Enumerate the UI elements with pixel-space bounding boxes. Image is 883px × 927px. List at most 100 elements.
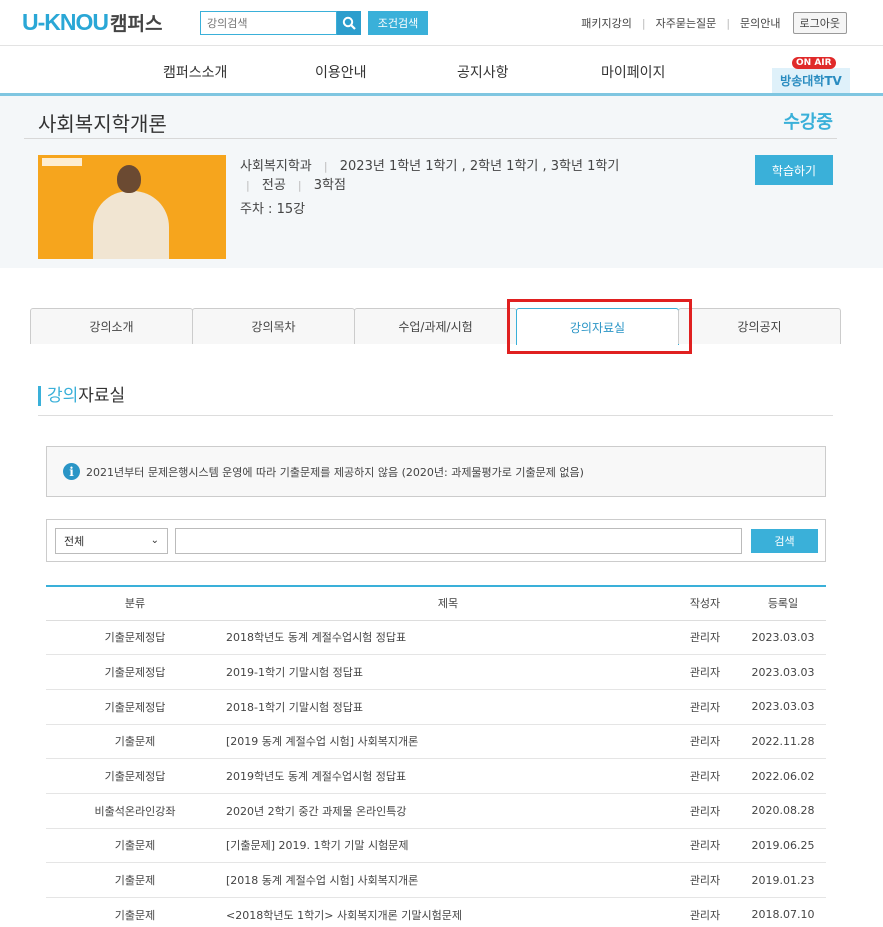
- row-category: 기출문제: [46, 897, 224, 927]
- divider: |: [297, 179, 302, 192]
- section-title: 강의자료실: [38, 386, 125, 406]
- tab-course-contents[interactable]: 강의목차: [192, 308, 355, 344]
- start-learning-button[interactable]: 학습하기: [755, 155, 833, 185]
- row-date: 2018.07.10: [740, 897, 826, 927]
- link-faq[interactable]: 자주묻는질문: [656, 15, 717, 31]
- chevron-down-icon: ⌄: [150, 535, 159, 546]
- divider: [24, 138, 837, 139]
- tab-course-notice[interactable]: 강의공지: [678, 308, 841, 344]
- table-row[interactable]: 기출문제정답 2019학년도 동계 계절수업시험 정답표 관리자 2022.06.02: [46, 758, 826, 794]
- table-row[interactable]: 기출문제 [2018 동계 계절수업 시험] 사회복지개론 관리자 2019.01.2…: [46, 862, 826, 898]
- row-category: 기출문제: [46, 828, 224, 864]
- course-credits: 3학점: [313, 178, 346, 193]
- tab-class-assignment-exam[interactable]: 수업/과제/시험: [354, 308, 517, 344]
- search-icon: [342, 16, 356, 30]
- course-title: 사회복지학개론: [38, 112, 167, 136]
- category-select[interactable]: 전체 ⌄: [55, 528, 168, 554]
- search-filter: 전체 ⌄ 검색: [46, 519, 826, 562]
- utility-links: 패키지강의 | 자주묻는질문 | 문의안내 로그아웃: [581, 12, 847, 34]
- row-title-link[interactable]: <2018학년도 1학기> 사회복지개론 기말시험문제: [224, 897, 670, 927]
- row-date: 2022.11.28: [740, 724, 826, 760]
- row-author: 관리자: [670, 862, 740, 898]
- row-category: 기출문제: [46, 724, 224, 760]
- course-search-box[interactable]: [200, 11, 337, 35]
- nav-item-mypage[interactable]: 마이페이지: [601, 62, 665, 82]
- broadcast-tv-link[interactable]: 방송대학TV ON AIR: [772, 57, 850, 93]
- row-date: 2022.06.02: [740, 758, 826, 794]
- course-info-line: | 전공 | 3학점: [240, 174, 346, 193]
- course-years: 2023년 1학년 1학기 , 2학년 1학기 , 3학년 1학기: [339, 159, 620, 174]
- row-title-link[interactable]: [2018 동계 계절수업 시험] 사회복지개론: [224, 862, 670, 898]
- table-row[interactable]: 기출문제정답 2018학년도 동계 계절수업시험 정답표 관리자 2023.03.03: [46, 620, 826, 656]
- divider: |: [726, 16, 731, 30]
- row-author: 관리자: [670, 793, 740, 829]
- tab-course-intro[interactable]: 강의소개: [30, 308, 193, 344]
- on-air-badge: ON AIR: [792, 57, 836, 69]
- condition-search-button[interactable]: 조건검색: [368, 11, 428, 35]
- nav-item-guide[interactable]: 이용안내: [315, 62, 367, 82]
- divider: |: [246, 179, 250, 192]
- enrollment-status: 수강중: [783, 112, 833, 133]
- nav-item-campus-intro[interactable]: 캠퍼스소개: [163, 62, 227, 82]
- row-date: 2023.03.03: [740, 689, 826, 725]
- divider: |: [641, 16, 646, 30]
- row-title-link[interactable]: 2019학년도 동계 계절수업시험 정답표: [224, 758, 670, 794]
- course-type: 전공: [261, 178, 286, 193]
- nav-item-notice[interactable]: 공지사항: [457, 62, 509, 82]
- table-row[interactable]: 기출문제정답 2018-1학기 기말시험 정답표 관리자 2023.03.03: [46, 689, 826, 725]
- course-department: 사회복지학과: [240, 159, 312, 174]
- column-header-category: 분류: [46, 586, 224, 621]
- row-date: 2019.01.23: [740, 862, 826, 898]
- row-category: 비출석온라인강좌: [46, 793, 224, 829]
- table-row[interactable]: 비출석온라인강좌 2020년 2학기 중간 과제물 온라인특강 관리자 2020.08…: [46, 793, 826, 829]
- row-category: 기출문제정답: [46, 689, 224, 725]
- table-row[interactable]: 기출문제정답 2019-1학기 기말시험 정답표 관리자 2023.03.03: [46, 654, 826, 690]
- row-title-link[interactable]: [2019 동계 계절수업 시험] 사회복지개론: [224, 724, 670, 760]
- row-date: 2019.06.25: [740, 828, 826, 864]
- table-row[interactable]: 기출문제 [2019 동계 계절수업 시험] 사회복지개론 관리자 2022.11.2…: [46, 724, 826, 760]
- logo-suffix: 캠퍼스: [110, 12, 163, 35]
- row-title-link[interactable]: 2018-1학기 기말시험 정답표: [224, 689, 670, 725]
- tab-course-materials[interactable]: 강의자료실: [516, 308, 679, 345]
- course-thumbnail[interactable]: [38, 155, 226, 259]
- divider: [38, 415, 833, 416]
- link-package-lecture[interactable]: 패키지강의: [581, 15, 632, 31]
- row-category: 기출문제정답: [46, 758, 224, 794]
- link-contact[interactable]: 문의안내: [740, 15, 780, 31]
- tv-label: 방송대학TV: [772, 68, 850, 93]
- section-title-rest: 자료실: [78, 386, 126, 406]
- row-title-link[interactable]: [기출문제] 2019. 1학기 기말 시험문제: [224, 828, 670, 864]
- row-author: 관리자: [670, 897, 740, 927]
- row-title-link[interactable]: 2019-1학기 기말시험 정답표: [224, 654, 670, 690]
- course-header: 사회복지학개론 수강중 사회복지학과 | 2023년 1학년 1학기 , 2학년…: [0, 96, 883, 268]
- row-author: 관리자: [670, 724, 740, 760]
- row-title-link[interactable]: 2018학년도 동계 계절수업시험 정답표: [224, 620, 670, 656]
- logout-button[interactable]: 로그아웃: [792, 12, 847, 34]
- row-category: 기출문제: [46, 862, 224, 898]
- column-header-author: 작성자: [670, 586, 740, 621]
- row-author: 관리자: [670, 620, 740, 656]
- top-bar: U-KNOU 캠퍼스 조건검색 패키지강의 | 자주묻는질문 | 문의안내 로그…: [0, 0, 883, 46]
- lecturer-figure: [93, 191, 169, 259]
- search-button[interactable]: [337, 11, 361, 35]
- row-author: 관리자: [670, 689, 740, 725]
- divider: |: [323, 160, 328, 173]
- row-author: 관리자: [670, 828, 740, 864]
- notice-text: 2021년부터 문제은행시스템 운영에 따라 기출문제를 제공하지 않음 (20…: [86, 465, 584, 479]
- course-info-line: 사회복지학과 | 2023년 1학년 1학기 , 2학년 1학기 , 3학년 1…: [240, 155, 619, 174]
- table-row[interactable]: 기출문제 <2018학년도 1학기> 사회복지개론 기말시험문제 관리자 2018.0…: [46, 897, 826, 927]
- course-search-input[interactable]: [201, 12, 336, 34]
- logo-text: U-KNOU: [22, 8, 109, 35]
- keyword-input[interactable]: [175, 528, 742, 554]
- info-icon: i: [63, 463, 80, 480]
- table-header-row: 분류 제목 작성자 등록일: [46, 586, 826, 621]
- filter-search-button[interactable]: 검색: [751, 529, 818, 553]
- column-header-date: 등록일: [740, 586, 826, 621]
- row-author: 관리자: [670, 758, 740, 794]
- row-category: 기출문제정답: [46, 620, 224, 656]
- table-row[interactable]: 기출문제 [기출문제] 2019. 1학기 기말 시험문제 관리자 2019.06.2…: [46, 828, 826, 864]
- site-logo[interactable]: U-KNOU 캠퍼스: [22, 8, 162, 36]
- thumbnail-caption: [42, 158, 82, 166]
- row-title-link[interactable]: 2020년 2학기 중간 과제물 온라인특강: [224, 793, 670, 829]
- row-date: 2023.03.03: [740, 620, 826, 656]
